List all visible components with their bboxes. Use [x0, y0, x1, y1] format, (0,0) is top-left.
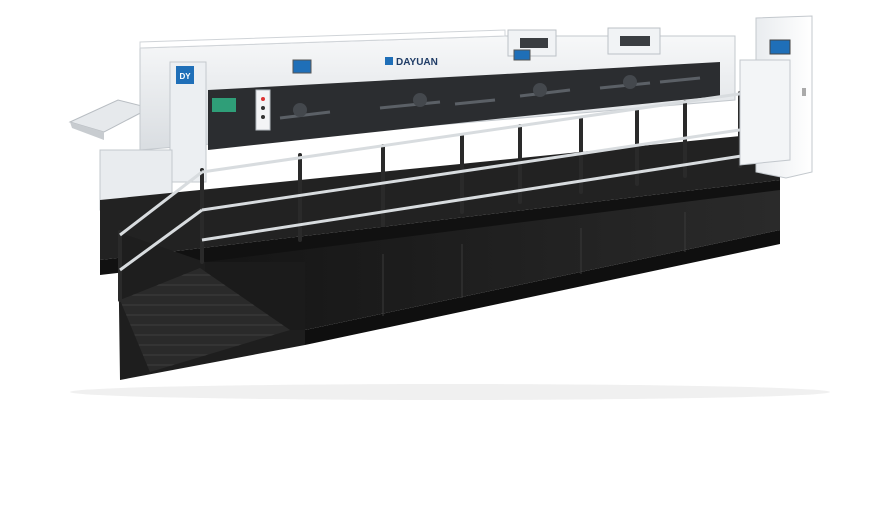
brand-name-text: DAYUAN	[396, 57, 438, 68]
brand-logo-text: DY	[179, 72, 191, 81]
floor-shadow	[70, 384, 830, 400]
operator-screen	[769, 39, 791, 55]
feeder-tray	[68, 99, 152, 140]
brand-logo: DY	[176, 66, 194, 84]
control-cabinet	[739, 15, 813, 179]
die-cutting-machine-photo: DY DAYUAN	[68, 15, 830, 400]
